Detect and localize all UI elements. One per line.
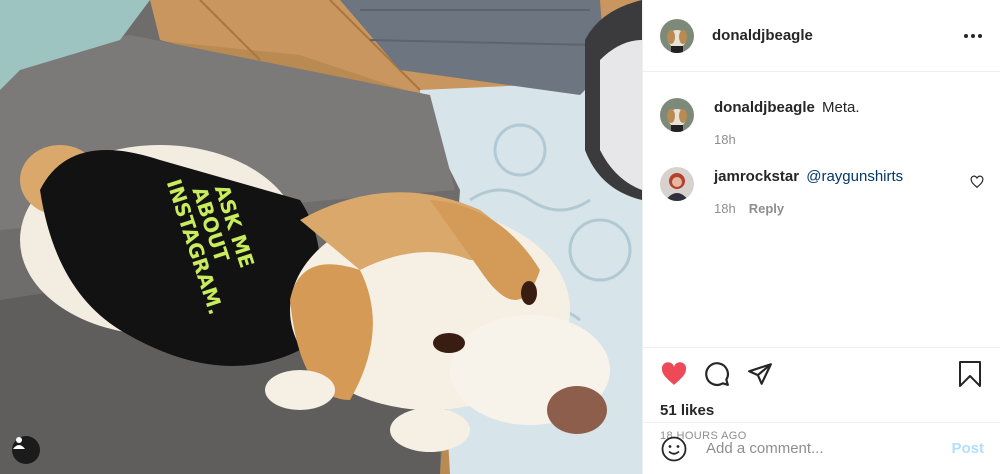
action-bar bbox=[660, 358, 984, 390]
post-details-panel: donaldjbeagle donaldjbeagle Meta. 18h ja… bbox=[642, 0, 1000, 474]
comment-time[interactable]: 18h bbox=[714, 132, 736, 147]
comment-time[interactable]: 18h bbox=[714, 201, 736, 216]
add-comment-bar: Post bbox=[643, 422, 1000, 474]
comments-list: donaldjbeagle Meta. 18h jamrockstar @ray… bbox=[643, 98, 1000, 347]
caption-comment: donaldjbeagle Meta. 18h bbox=[660, 98, 984, 147]
comment-input[interactable] bbox=[706, 440, 952, 457]
bookmark-icon[interactable] bbox=[956, 360, 984, 388]
heart-outline-icon[interactable] bbox=[970, 175, 984, 189]
dog-photo-illustration: ASK ME ABOUT INSTAGRAM. bbox=[0, 0, 642, 474]
author-avatar[interactable] bbox=[660, 18, 694, 53]
comment-username[interactable]: donaldjbeagle bbox=[714, 99, 815, 116]
post-photo[interactable]: ASK ME ABOUT INSTAGRAM. bbox=[0, 0, 642, 474]
user-tag-icon[interactable] bbox=[12, 436, 40, 464]
comment-item: jamrockstar @raygunshirts 18h Reply bbox=[660, 167, 984, 216]
likes-count[interactable]: 51 likes bbox=[660, 402, 984, 419]
comment-mention-link[interactable]: @raygunshirts bbox=[806, 168, 903, 185]
smiley-icon[interactable] bbox=[660, 435, 688, 463]
commenter-avatar[interactable] bbox=[660, 167, 694, 201]
comment-bubble-icon[interactable] bbox=[703, 360, 731, 388]
comment-username[interactable]: jamrockstar bbox=[714, 168, 799, 185]
paper-plane-icon[interactable] bbox=[746, 360, 774, 388]
commenter-avatar[interactable] bbox=[660, 98, 694, 132]
more-options-icon[interactable] bbox=[962, 25, 984, 47]
heart-filled-icon[interactable] bbox=[660, 360, 688, 388]
reply-button[interactable]: Reply bbox=[749, 201, 784, 216]
comment-text: Meta. bbox=[822, 99, 860, 116]
author-username[interactable]: donaldjbeagle bbox=[712, 27, 813, 44]
post-comment-button[interactable]: Post bbox=[951, 440, 984, 457]
post-header: donaldjbeagle bbox=[643, 0, 1000, 72]
